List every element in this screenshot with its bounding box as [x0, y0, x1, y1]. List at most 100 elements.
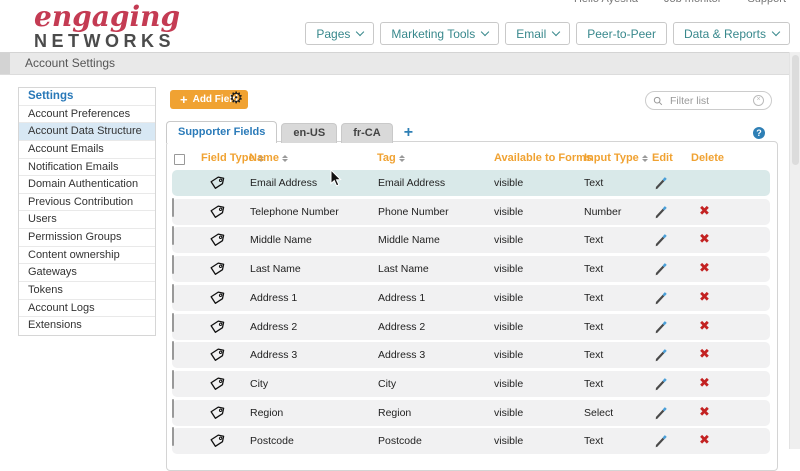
nav-button-data-reports[interactable]: Data & Reports — [673, 22, 790, 45]
delete-icon[interactable]: ✖ — [699, 433, 710, 449]
row-checkbox[interactable] — [172, 341, 174, 360]
delete-icon[interactable]: ✖ — [699, 319, 710, 335]
nav-button-marketing-tools[interactable]: Marketing Tools — [380, 22, 499, 45]
sidebar-item-previous-contribution[interactable]: Previous Contribution — [19, 194, 155, 212]
sort-icon — [282, 155, 288, 162]
input-type: Text — [584, 321, 603, 333]
gear-icon[interactable]: ⚙ — [229, 88, 243, 107]
add-tab-button[interactable]: + — [404, 125, 413, 141]
field-tag: City — [378, 378, 396, 390]
row-checkbox[interactable] — [172, 399, 174, 418]
row-checkbox[interactable] — [172, 313, 174, 332]
table-row-address-3[interactable]: Address 3Address 3visibleText✖ — [172, 342, 770, 368]
row-checkbox[interactable] — [172, 370, 174, 389]
sidebar-item-extensions[interactable]: Extensions — [19, 317, 155, 335]
field-tag: Address 1 — [378, 292, 425, 304]
edit-icon[interactable] — [653, 232, 669, 248]
delete-icon[interactable]: ✖ — [699, 232, 710, 248]
help-icon[interactable]: ? — [753, 127, 765, 139]
table-row-postcode[interactable]: PostcodePostcodevisibleText✖ — [172, 428, 770, 454]
field-tag: Middle Name — [378, 234, 440, 246]
edit-icon[interactable] — [653, 433, 669, 449]
table-row-middle-name[interactable]: Middle NameMiddle NamevisibleText✖ — [172, 227, 770, 253]
available-to-forms: visible — [494, 263, 523, 275]
scrollbar-thumb[interactable] — [792, 55, 799, 165]
clear-filter-icon[interactable]: × — [753, 95, 764, 106]
column-header-label: Field Type — [201, 152, 255, 164]
search-icon — [653, 96, 663, 106]
edit-icon[interactable] — [653, 376, 669, 392]
utility-links: Hello Ayesha Job monitor Support — [574, 0, 786, 5]
table-row-address-2[interactable]: Address 2Address 2visibleText✖ — [172, 314, 770, 340]
nav-button-label: Peer-to-Peer — [587, 27, 656, 41]
nav-button-pages[interactable]: Pages — [305, 22, 374, 45]
chevron-down-icon — [481, 28, 489, 36]
delete-icon[interactable]: ✖ — [699, 261, 710, 277]
row-checkbox[interactable] — [172, 226, 174, 245]
delete-icon[interactable]: ✖ — [699, 347, 710, 363]
tab-fr-ca[interactable]: fr-CA — [341, 123, 393, 143]
field-name: Region — [250, 407, 283, 419]
field-name: Telephone Number — [250, 206, 339, 218]
available-to-forms: visible — [494, 378, 523, 390]
delete-icon[interactable]: ✖ — [699, 204, 710, 220]
table-row-telephone-number[interactable]: Telephone NumberPhone NumbervisibleNumbe… — [172, 199, 770, 225]
table-row-last-name[interactable]: Last NameLast NamevisibleText✖ — [172, 256, 770, 282]
column-header-label: Delete — [691, 152, 724, 164]
edit-icon[interactable] — [653, 405, 669, 421]
table-row-address-1[interactable]: Address 1 Address 1 visible Text ✖ — [172, 285, 770, 311]
input-type: Text — [584, 378, 603, 390]
field-name: Address 1 — [250, 292, 297, 304]
column-header-edit: Edit — [652, 152, 673, 164]
select-all-checkbox[interactable] — [174, 154, 185, 165]
column-header-input-type[interactable]: Input Type — [584, 152, 648, 164]
edit-icon[interactable] — [653, 319, 669, 335]
table-row-email-address[interactable]: Email AddressEmail AddressvisibleText — [172, 170, 770, 196]
available-to-forms: visible — [494, 177, 523, 189]
column-header-tag[interactable]: Tag — [377, 152, 405, 164]
row-checkbox[interactable] — [172, 255, 174, 274]
sidebar-item-permission-groups[interactable]: Permission Groups — [19, 229, 155, 247]
delete-icon[interactable]: ✖ — [699, 376, 710, 392]
row-checkbox[interactable] — [172, 284, 174, 303]
field-tag: Phone Number — [378, 206, 449, 218]
sidebar-item-account-data-structure[interactable]: Account Data Structure — [19, 123, 155, 141]
tag-icon — [209, 319, 225, 335]
available-to-forms: visible — [494, 292, 523, 304]
column-header-delete: Delete — [691, 152, 724, 164]
input-type: Text — [584, 292, 603, 304]
edit-icon[interactable] — [653, 175, 669, 191]
edit-icon[interactable] — [653, 261, 669, 277]
sidebar-item-tokens[interactable]: Tokens — [19, 282, 155, 300]
column-header-available-to-forms: Available to Forms — [494, 152, 592, 164]
delete-icon[interactable]: ✖ — [699, 290, 710, 306]
edit-icon[interactable] — [653, 347, 669, 363]
sidebar-item-account-logs[interactable]: Account Logs — [19, 300, 155, 318]
utility-link-hello-ayesha[interactable]: Hello Ayesha — [574, 0, 638, 5]
sidebar-item-domain-authentication[interactable]: Domain Authentication — [19, 176, 155, 194]
nav-button-peer-to-peer[interactable]: Peer-to-Peer — [576, 22, 667, 45]
tab-en-us[interactable]: en-US — [281, 123, 337, 143]
column-header-label: Input Type — [584, 152, 639, 164]
filter-input[interactable] — [668, 94, 748, 108]
delete-icon[interactable]: ✖ — [699, 405, 710, 421]
sidebar-item-gateways[interactable]: Gateways — [19, 264, 155, 282]
utility-link-job-monitor[interactable]: Job monitor — [664, 0, 721, 5]
scrollbar[interactable] — [789, 52, 800, 449]
tab-supporter-fields[interactable]: Supporter Fields — [166, 121, 277, 143]
edit-icon[interactable] — [653, 204, 669, 220]
edit-icon[interactable] — [653, 290, 669, 306]
column-header-name[interactable]: Name — [249, 152, 288, 164]
row-checkbox[interactable] — [172, 427, 174, 446]
sidebar-item-content-ownership[interactable]: Content ownership — [19, 247, 155, 265]
nav-button-label: Pages — [316, 27, 350, 41]
sidebar-item-account-preferences[interactable]: Account Preferences — [19, 106, 155, 124]
utility-link-support[interactable]: Support — [747, 0, 786, 5]
sidebar-item-account-emails[interactable]: Account Emails — [19, 141, 155, 159]
nav-button-email[interactable]: Email — [505, 22, 570, 45]
sidebar-item-users[interactable]: Users — [19, 211, 155, 229]
row-checkbox[interactable] — [172, 198, 174, 217]
sidebar-item-notification-emails[interactable]: Notification Emails — [19, 159, 155, 177]
table-row-region[interactable]: RegionRegionvisibleSelect✖ — [172, 400, 770, 426]
table-row-city[interactable]: CityCityvisibleText✖ — [172, 371, 770, 397]
